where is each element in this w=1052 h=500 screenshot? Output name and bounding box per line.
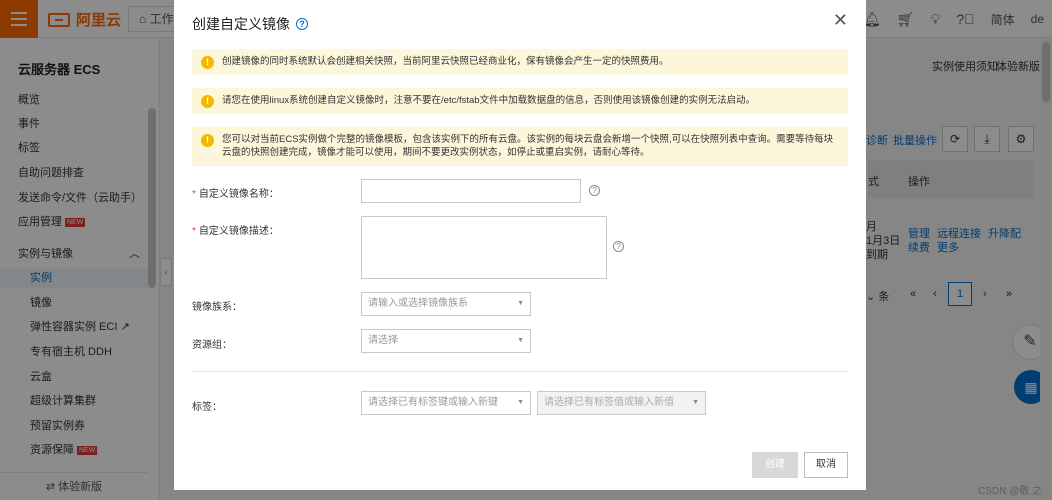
image-family-label: 镜像族系： xyxy=(192,302,242,313)
caret-down-icon: ▼ xyxy=(517,399,524,406)
image-desc-textarea[interactable] xyxy=(361,216,607,279)
create-button[interactable]: 创建 xyxy=(752,452,798,478)
notice-linux-fstab: ! 请您在使用linux系统创建自定义镜像时，注意不要在/etc/fstab文件… xyxy=(192,88,848,114)
name-help-icon[interactable]: ? xyxy=(589,185,600,196)
required-mark: * xyxy=(192,226,196,237)
select-placeholder: 请选择 xyxy=(368,335,398,346)
create-image-dialog: 创建自定义镜像 ? ✕ ! 创建镜像的同时系统默认会创建相关快照，当前阿里云快照… xyxy=(174,0,866,490)
notice-snapshot-fee: ! 创建镜像的同时系统默认会创建相关快照，当前阿里云快照已经商业化，保有镜像会产… xyxy=(192,49,848,75)
image-name-label: * 自定义镜像名称： xyxy=(192,185,279,200)
label-text: 自定义镜像描述： xyxy=(198,226,279,237)
caret-down-icon: ▼ xyxy=(517,300,524,307)
caret-down-icon: ▼ xyxy=(517,337,524,344)
image-desc-label: * 自定义镜像描述： xyxy=(192,222,279,237)
image-family-select[interactable]: 请输入或选择镜像族系 ▼ xyxy=(361,292,531,316)
resource-group-label: 资源组： xyxy=(192,340,232,351)
select-placeholder: 请选择已有标签值或输入新值 xyxy=(544,397,674,408)
tag-key-select[interactable]: 请选择已有标签键或输入新键 ▼ xyxy=(361,391,531,415)
label-text: 自定义镜像名称： xyxy=(198,189,279,200)
form-divider xyxy=(192,371,848,372)
warning-icon: ! xyxy=(201,95,214,108)
notice-text: 创建镜像的同时系统默认会创建相关快照，当前阿里云快照已经商业化，保有镜像会产生一… xyxy=(222,56,669,67)
caret-down-icon: ▼ xyxy=(692,399,699,406)
help-icon[interactable]: ? xyxy=(296,18,308,30)
notice-text: 您可以对当前ECS实例做个完整的镜像模板，包含该实例下的所有云盘。该实例的每块云… xyxy=(222,134,834,158)
cancel-button[interactable]: 取消 xyxy=(804,452,848,478)
select-placeholder: 请选择已有标签键或输入新键 xyxy=(368,397,498,408)
warning-icon: ! xyxy=(201,56,214,69)
image-name-input[interactable] xyxy=(361,179,581,203)
required-mark: * xyxy=(192,189,196,200)
select-placeholder: 请输入或选择镜像族系 xyxy=(368,298,468,309)
close-icon[interactable]: ✕ xyxy=(833,10,848,31)
dialog-title-text: 创建自定义镜像 xyxy=(192,16,290,32)
dialog-title: 创建自定义镜像 ? xyxy=(192,14,308,34)
tag-value-select[interactable]: 请选择已有标签值或输入新值 ▼ xyxy=(537,391,706,415)
notice-text: 请您在使用linux系统创建自定义镜像时，注意不要在/etc/fstab文件中加… xyxy=(222,95,756,106)
resource-group-select[interactable]: 请选择 ▼ xyxy=(361,329,531,353)
tags-label: 标签： xyxy=(192,402,222,413)
desc-help-icon[interactable]: ? xyxy=(613,241,624,252)
notice-full-image: ! 您可以对当前ECS实例做个完整的镜像模板，包含该实例下的所有云盘。该实例的每… xyxy=(192,127,848,166)
warning-icon: ! xyxy=(201,134,214,147)
